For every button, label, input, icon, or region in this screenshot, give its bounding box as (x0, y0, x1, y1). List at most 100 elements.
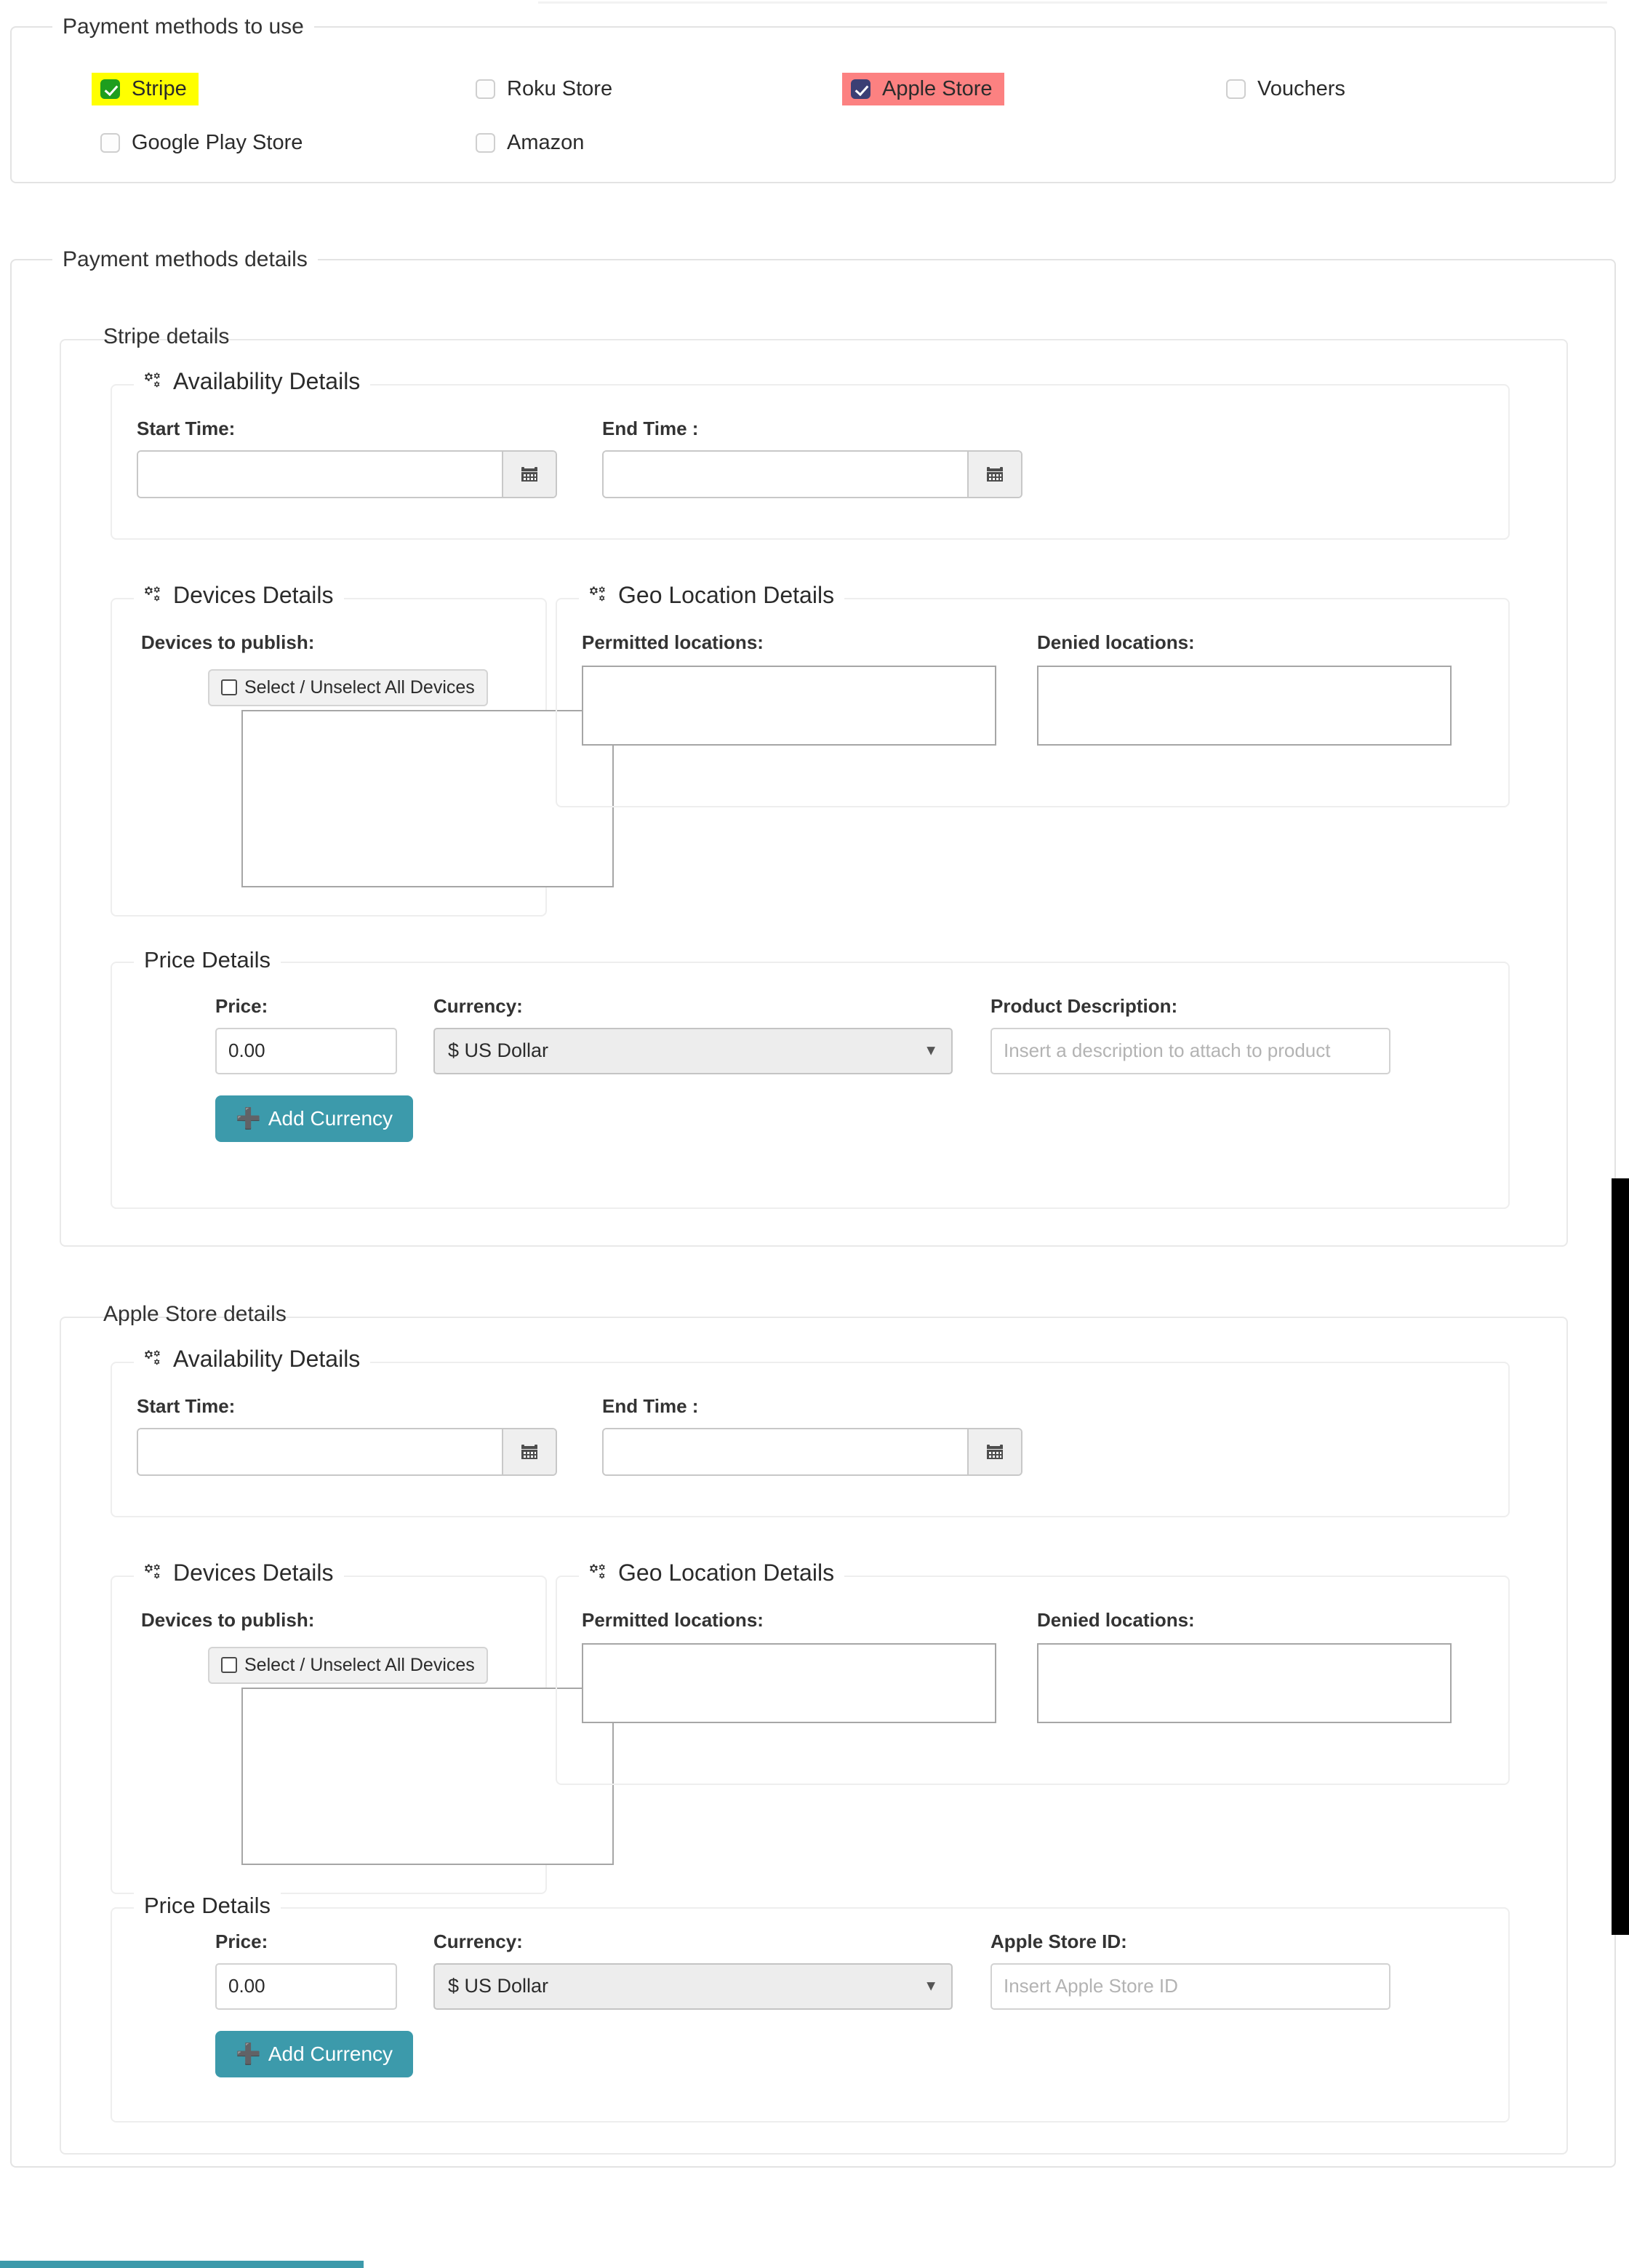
stripe-price-label: Price: (215, 994, 268, 1017)
payment-methods-grid: Stripe Roku Store Apple Store Vouchers G… (12, 41, 1614, 170)
payment-method-cell: Apple Store (842, 73, 1217, 105)
payment-method-cell: Vouchers (1217, 73, 1593, 105)
stripe-end-time-input[interactable] (604, 451, 967, 497)
apple-price-label: Price: (215, 1930, 268, 1952)
apple-devices-legend: Devices Details (134, 1559, 344, 1589)
apple-geo-title: Geo Location Details (618, 1559, 835, 1586)
checkbox-vouchers[interactable]: Vouchers (1217, 73, 1357, 105)
stripe-add-currency-label: Add Currency (268, 1106, 393, 1130)
apple-end-time-field[interactable] (602, 1427, 1022, 1476)
calendar-icon[interactable] (502, 1429, 556, 1474)
stripe-devices-legend: Devices Details (134, 581, 344, 611)
checkbox-amazon-label: Amazon (507, 131, 585, 154)
cogs-icon (144, 584, 166, 611)
apple-denied-locations-group: Denied locations: (1037, 1609, 1452, 1723)
apple-start-time-label: Start Time: (137, 1394, 236, 1417)
stripe-permitted-locations-label: Permitted locations: (582, 631, 764, 653)
payment-methods-legend: Payment methods to use (63, 15, 304, 39)
apple-geo-legend: Geo Location Details (579, 1559, 845, 1589)
apple-price-group: Price: (215, 1930, 397, 2010)
stripe-geo-legend: Geo Location Details (579, 581, 845, 611)
checkbox-amazon[interactable]: Amazon (467, 127, 596, 159)
apple-end-time-label: End Time : (602, 1394, 699, 1417)
stripe-start-time-input[interactable] (138, 451, 502, 497)
checkbox-stripe-box[interactable] (100, 79, 120, 99)
stripe-select-all-devices-button[interactable]: Select / Unselect All Devices (208, 668, 488, 706)
checkbox-amazon-box[interactable] (476, 133, 495, 153)
calendar-icon[interactable] (502, 451, 556, 497)
checkbox-google-play-store[interactable]: Google Play Store (92, 127, 314, 159)
apple-currency-selected-value: $ US Dollar (448, 1975, 549, 1997)
stripe-end-time-label: End Time : (602, 417, 699, 439)
payment-method-cell: Amazon (467, 127, 842, 159)
apple-add-currency-label: Add Currency (268, 2042, 393, 2065)
apple-denied-locations-listbox[interactable] (1037, 1642, 1452, 1723)
stripe-start-time-field[interactable] (137, 450, 557, 498)
stripe-add-currency-button[interactable]: ➕ Add Currency (215, 1095, 414, 1142)
apple-start-time-input[interactable] (138, 1429, 502, 1474)
stripe-permitted-locations-group: Permitted locations: (582, 631, 996, 746)
stripe-price-group: Price: (215, 995, 397, 1074)
apple-store-id-label: Apple Store ID: (990, 1930, 1127, 1952)
apple-start-time-field[interactable] (137, 1427, 557, 1476)
checkbox-google-play-store-box[interactable] (100, 133, 120, 153)
apple-availability-legend: Availability Details (134, 1345, 371, 1375)
stripe-devices-to-publish-label: Devices to publish: (141, 631, 315, 653)
apple-currency-group: Currency: $ US Dollar ▼ (433, 1930, 953, 2010)
payment-method-cell: Stripe (92, 73, 467, 105)
checkbox-roku-store[interactable]: Roku Store (467, 73, 624, 105)
stripe-start-time-label: Start Time: (137, 417, 236, 439)
apple-availability-title: Availability Details (173, 1345, 361, 1372)
apple-add-currency-button[interactable]: ➕ Add Currency (215, 2030, 414, 2077)
checkbox-vouchers-box[interactable] (1226, 79, 1246, 99)
apple-store-id-group: Apple Store ID: (990, 1930, 1390, 2010)
stripe-end-time-field[interactable] (602, 450, 1022, 498)
checkbox-apple-store-box[interactable] (851, 79, 870, 99)
checkbox-stripe-label: Stripe (132, 77, 187, 100)
calendar-icon[interactable] (967, 1429, 1021, 1474)
payment-method-cell: Roku Store (467, 73, 842, 105)
checkbox-roku-store-box[interactable] (476, 79, 495, 99)
select-all-devices-label: Select / Unselect All Devices (244, 1654, 475, 1675)
stripe-product-description-input[interactable] (990, 1027, 1390, 1074)
stripe-denied-locations-listbox[interactable] (1037, 665, 1452, 746)
stripe-devices-title: Devices Details (173, 581, 334, 608)
stripe-price-input[interactable] (215, 1027, 397, 1074)
apple-devices-details-panel: Devices Details Devices to publish: Sele… (111, 1559, 614, 1894)
apple-price-input[interactable] (215, 1962, 397, 2010)
stripe-details-legend: Stripe details (103, 324, 230, 348)
checkbox-google-play-store-label: Google Play Store (132, 131, 303, 154)
stripe-denied-locations-group: Denied locations: (1037, 631, 1452, 746)
apple-availability-details-panel: Availability Details Start Time: End Tim… (111, 1345, 1510, 1517)
payment-methods-details-legend: Payment methods details (63, 247, 308, 271)
checkbox-stripe[interactable]: Stripe (92, 73, 199, 105)
apple-store-details-block: Apple Store details Availability Details… (60, 1303, 1568, 2155)
stripe-currency-select[interactable]: $ US Dollar ▼ (433, 1027, 953, 1074)
stripe-denied-locations-label: Denied locations: (1037, 631, 1195, 653)
payment-method-cell: Google Play Store (92, 127, 467, 159)
stripe-currency-group: Currency: $ US Dollar ▼ (433, 995, 953, 1074)
apple-currency-select[interactable]: $ US Dollar ▼ (433, 1962, 953, 2010)
select-all-devices-checkbox[interactable] (221, 679, 237, 695)
apple-permitted-locations-listbox[interactable] (582, 1642, 996, 1723)
payment-methods-details-panel: Payment methods details Stripe details A… (10, 246, 1616, 2168)
cogs-icon (144, 370, 166, 397)
plus-icon: ➕ (236, 2042, 261, 2065)
apple-denied-locations-label: Denied locations: (1037, 1608, 1195, 1631)
apple-end-time-group: End Time : (602, 1395, 1022, 1476)
checkbox-roku-store-label: Roku Store (507, 77, 613, 100)
cogs-icon (144, 1562, 166, 1589)
apple-currency-label: Currency: (433, 1930, 523, 1952)
payment-methods-to-use-panel: Payment methods to use Stripe Roku Store… (10, 13, 1616, 183)
calendar-icon[interactable] (967, 451, 1021, 497)
stripe-permitted-locations-listbox[interactable] (582, 665, 996, 746)
stripe-details-block: Stripe details Availability Details Star… (60, 325, 1568, 1247)
apple-end-time-input[interactable] (604, 1429, 967, 1474)
select-all-devices-checkbox[interactable] (221, 1657, 237, 1673)
checkbox-apple-store[interactable]: Apple Store (842, 73, 1004, 105)
stripe-currency-label: Currency: (433, 994, 523, 1017)
cogs-icon (589, 584, 611, 611)
apple-devices-to-publish-label: Devices to publish: (141, 1608, 315, 1631)
apple-select-all-devices-button[interactable]: Select / Unselect All Devices (208, 1646, 488, 1684)
apple-store-id-input[interactable] (990, 1962, 1390, 2010)
